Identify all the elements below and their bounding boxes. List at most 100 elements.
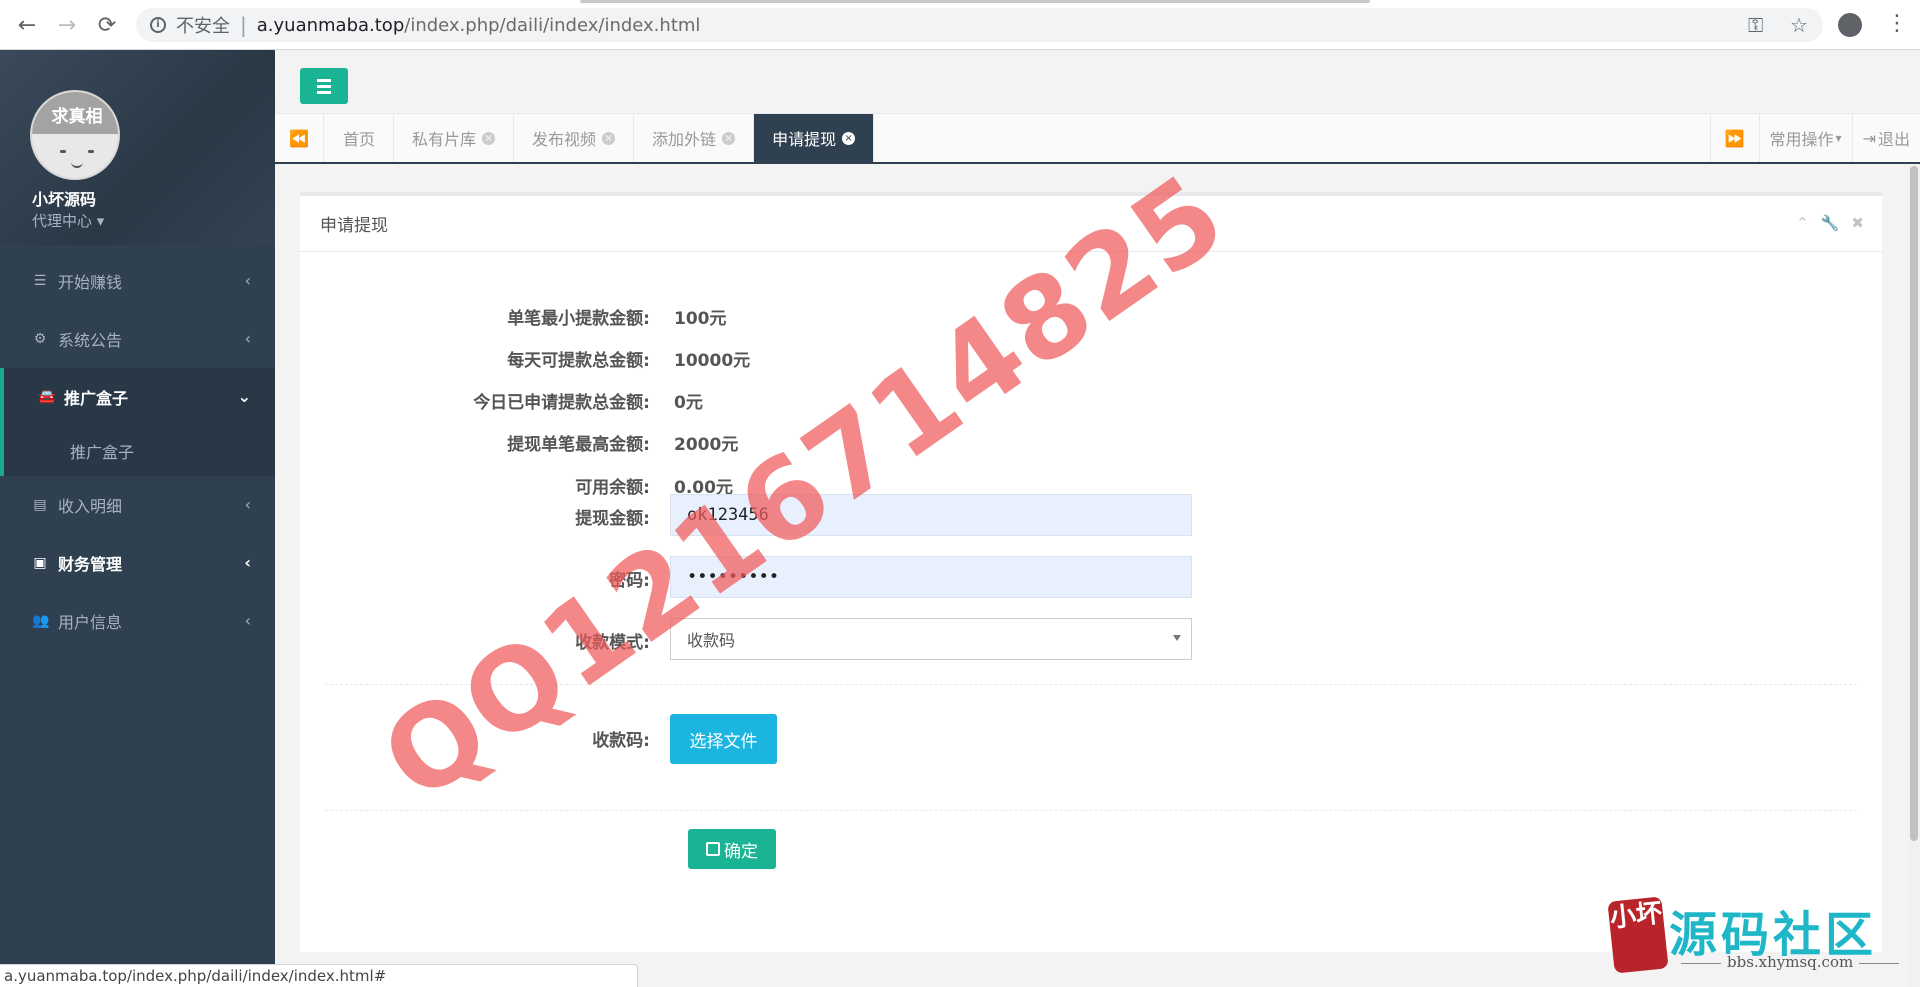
tab-publish-video[interactable]: 发布视频 × — [514, 114, 635, 162]
amount-label: 提现金额: — [575, 509, 650, 529]
chevron-left-icon: ‹ — [244, 271, 251, 290]
choose-file-button[interactable]: 选择文件 — [670, 714, 777, 764]
sidebar-item-label: 收入明细 — [58, 497, 123, 516]
tab-bar: ⏪ 首页 私有片库 × 发布视频 × 添加外链 × 申请提现 × ⏩ 常用操作 … — [275, 114, 1920, 164]
sidebar-menu: ☰ 开始赚钱 ‹ ⚙ 系统公告 ‹ 🚘 推广盒子 ⌄ 推广盒子 ▤ 收入明细 ‹… — [0, 252, 275, 650]
hamburger-icon — [317, 78, 331, 82]
users-icon: 👥 — [32, 613, 50, 629]
panel-title: 申请提现 — [320, 216, 388, 236]
sidebar-item-label: 财务管理 — [58, 555, 123, 574]
sidebar-item-label: 开始赚钱 — [58, 273, 123, 292]
tab-label: 私有片库 — [412, 130, 477, 149]
close-icon[interactable]: ✖ — [1851, 214, 1864, 232]
tab-home[interactable]: 首页 — [325, 114, 395, 162]
tab-list: 首页 私有片库 × 发布视频 × 添加外链 × 申请提现 × — [325, 114, 875, 162]
browser-menu-icon[interactable]: ⋮ — [1886, 10, 1908, 38]
info-icon[interactable]: i — [150, 17, 166, 33]
back-icon[interactable]: ← — [14, 12, 40, 38]
sidebar-item-announcements[interactable]: ⚙ 系统公告 ‹ — [0, 310, 275, 368]
sidebar-subitem-promo-box[interactable]: 推广盒子 — [0, 426, 275, 476]
close-icon[interactable]: × — [722, 131, 736, 145]
sidebar-item-label: 用户信息 — [58, 613, 123, 632]
menu-toggle-button[interactable] — [300, 68, 348, 104]
logout-icon: ⇥ — [1862, 128, 1876, 148]
page-scrollbar[interactable] — [1908, 164, 1920, 987]
save-icon — [706, 842, 720, 856]
tab-label: 申请提现 — [772, 130, 837, 149]
today-applied-value: 0元 — [674, 392, 703, 413]
car-icon: 🚘 — [38, 389, 56, 405]
tab-withdraw[interactable]: 申请提现 × — [754, 114, 875, 162]
wrench-icon[interactable]: 🔧 — [1821, 214, 1840, 232]
top-header — [275, 50, 1920, 114]
caret-down-icon: ▾ — [96, 212, 105, 230]
security-label: 不安全 — [176, 16, 230, 37]
chevron-down-icon: ⌄ — [237, 387, 251, 406]
min-amount-value: 100元 — [674, 308, 727, 329]
min-amount-label: 单笔最小提款金额: — [507, 308, 650, 329]
url-separator: | — [240, 13, 247, 37]
mode-select[interactable]: 收款码 — [670, 618, 1192, 660]
tab-scroll-left-icon[interactable]: ⏪ — [275, 114, 324, 162]
key-icon[interactable]: ⚿ — [1748, 13, 1763, 37]
profile-icon[interactable] — [1838, 13, 1862, 37]
submit-button[interactable]: 确定 — [688, 829, 776, 869]
caret-down-icon: ▾ — [1835, 131, 1842, 145]
tab-label: 首页 — [343, 130, 376, 149]
site-logo: 小坏 源码社区 bbs.xhymsq.com — [1605, 895, 1905, 975]
tab-label: 发布视频 — [532, 130, 597, 149]
close-icon[interactable]: × — [842, 131, 856, 145]
panel-tools: ⌃ 🔧 ✖ — [1796, 214, 1864, 232]
site-logo-seal: 小坏 — [1607, 896, 1669, 974]
form-divider — [325, 810, 1857, 811]
max-single-label: 提现单笔最高金额: — [507, 434, 650, 455]
close-icon[interactable]: × — [602, 131, 616, 145]
max-single-value: 2000元 — [674, 434, 739, 455]
scrollbar-thumb[interactable] — [1910, 166, 1918, 841]
common-ops-label: 常用操作 — [1769, 130, 1834, 149]
form-row-mode: 收款模式: 收款码 — [300, 618, 1300, 660]
sidebar-subitem-label: 推广盒子 — [70, 443, 135, 462]
user-role-label: 代理中心 — [32, 212, 93, 230]
star-icon[interactable]: ☆ — [1790, 13, 1808, 37]
avatar-eye — [88, 150, 94, 153]
tab-add-external-link[interactable]: 添加外链 × — [634, 114, 755, 162]
user-role-dropdown[interactable]: 代理中心 ▾ — [32, 210, 104, 231]
tab-scroll-right-icon[interactable]: ⏩ — [1709, 114, 1759, 162]
reload-icon[interactable]: ⟳ — [94, 12, 120, 38]
hamburger-icon — [317, 84, 331, 88]
sidebar-profile: 求真相 小坏源码 代理中心 ▾ — [0, 50, 275, 245]
sidebar-item-start-earning[interactable]: ☰ 开始赚钱 ‹ — [0, 252, 275, 310]
chevron-up-icon[interactable]: ⌃ — [1796, 214, 1809, 232]
sidebar-item-label: 系统公告 — [58, 331, 123, 350]
address-bar[interactable]: i 不安全 | a.yuanmaba.top /index.php/daili/… — [136, 8, 1823, 42]
sidebar-item-income-details[interactable]: ▤ 收入明细 ‹ — [0, 476, 275, 534]
sidebar-item-promo-box[interactable]: 🚘 推广盒子 ⌄ — [0, 368, 275, 426]
common-ops-dropdown[interactable]: 常用操作 ▾ — [1758, 114, 1852, 162]
forward-icon[interactable]: → — [54, 12, 80, 38]
sidebar-item-finance[interactable]: ▣ 财务管理 ‹ — [0, 534, 275, 592]
avatar-face — [52, 142, 102, 172]
avatar[interactable]: 求真相 — [30, 90, 120, 180]
card-icon: ▤ — [33, 497, 47, 513]
daily-total-label: 每天可提款总金额: — [507, 350, 650, 371]
close-icon[interactable]: × — [482, 131, 496, 145]
today-applied-label: 今日已申请提款总金额: — [473, 392, 650, 413]
logout-button[interactable]: ⇥ 退出 — [1851, 114, 1920, 162]
avatar-text: 求真相 — [51, 107, 103, 127]
sidebar-item-label: 推广盒子 — [64, 389, 129, 408]
sidebar-item-user-info[interactable]: 👥 用户信息 ‹ — [0, 592, 275, 650]
daily-total-value: 10000元 — [674, 350, 751, 371]
logout-label: 退出 — [1877, 130, 1910, 149]
avatar-eye — [60, 150, 66, 153]
page-load-bar — [580, 0, 1370, 3]
tab-private-library[interactable]: 私有片库 × — [394, 114, 515, 162]
form-row-today: 今日已申请提款总金额: 0元 — [300, 388, 1200, 413]
hamburger-icon — [317, 90, 331, 94]
gear-icon: ⚙ — [33, 331, 47, 347]
browser-toolbar: ← → ⟳ i 不安全 | a.yuanmaba.top /index.php/… — [0, 0, 1920, 50]
tab-tools: ⏩ 常用操作 ▾ ⇥ 退出 — [1709, 114, 1920, 162]
site-logo-url: bbs.xhymsq.com — [1675, 953, 1905, 971]
database-icon: ☰ — [33, 273, 47, 289]
tab-label: 添加外链 — [652, 130, 717, 149]
